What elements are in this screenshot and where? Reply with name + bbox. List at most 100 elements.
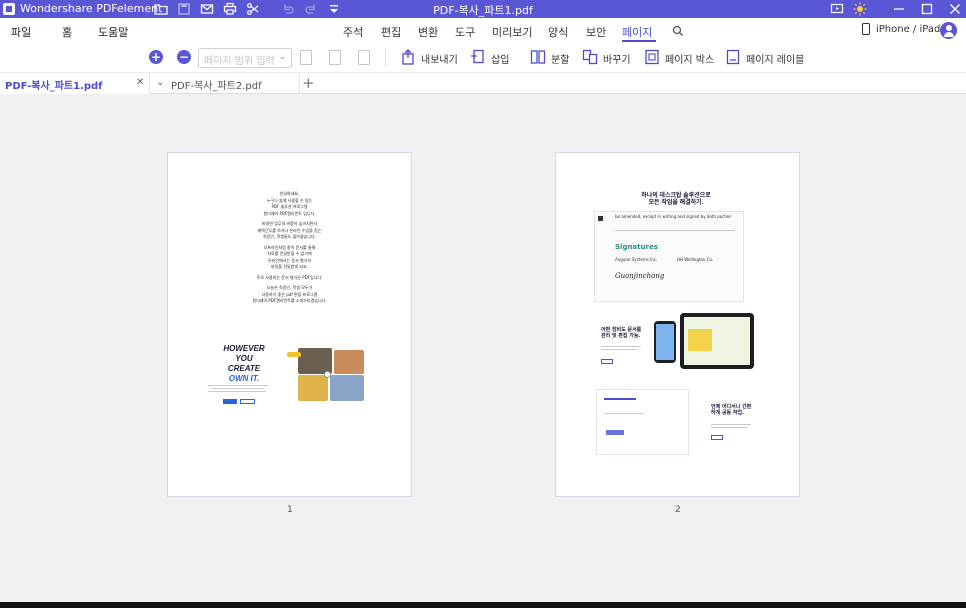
menu-home[interactable]: 홈 bbox=[62, 24, 72, 40]
headline-line-3: OWN IT. bbox=[228, 374, 260, 383]
page-2-feature-one: 어떤 장비도 문서를 관리 및 편집 가능. bbox=[601, 327, 641, 345]
page-1-intro-line: 사용하기 좋은 pdf 편집 프로그램 bbox=[261, 291, 318, 297]
delete-page-icon[interactable] bbox=[358, 50, 370, 65]
screen-icon[interactable] bbox=[830, 2, 844, 16]
page-box-icon bbox=[644, 49, 660, 65]
tab-document-2[interactable]: ⌄ PDF-복사_파트2.pdf bbox=[150, 73, 300, 94]
feature-one-line-2: 관리 및 편집 가능. bbox=[601, 333, 641, 339]
page-1-intro-line: 직장인, 학생들도 많아졌습니다. bbox=[263, 234, 316, 239]
tab-convert[interactable]: 변환 bbox=[418, 24, 438, 40]
document-canvas bbox=[0, 94, 966, 602]
page-range-placeholder: 페이지 범위 입력 bbox=[204, 56, 275, 67]
zoom-in-icon[interactable]: + bbox=[149, 50, 163, 64]
close-tab-icon[interactable]: ✕ bbox=[136, 77, 144, 88]
page-1-intro-line: 자료를 전달받을 수 없기에 bbox=[267, 251, 312, 256]
page-1-intro-line: PDF 솔루션 프로그램 bbox=[271, 204, 308, 209]
split-button[interactable]: 분할 bbox=[530, 48, 575, 68]
tab-document-2-label: PDF-복사_파트2.pdf bbox=[171, 81, 262, 92]
page-1-intro-line: 비대면 업무의 비중이 높아지면서 bbox=[261, 221, 318, 226]
copy-page-icon[interactable] bbox=[329, 50, 341, 65]
document-title: PDF-복사_파트1.pdf bbox=[433, 4, 533, 17]
bottom-edge bbox=[0, 602, 966, 608]
page-2-tablet-note bbox=[688, 329, 712, 351]
page-1-intro-line: 재택근무를 하거나 온라인 수업을 듣는 bbox=[257, 227, 322, 233]
page-toolbar: + − 페이지 범위 입력 ⌄ 내보내기 삽입 분할 바꾸기 페이지 박스 페이… bbox=[0, 44, 966, 72]
maximize-icon[interactable] bbox=[920, 2, 934, 16]
user-avatar[interactable] bbox=[940, 22, 957, 39]
page-2-collab-button bbox=[606, 430, 624, 435]
tab-comment[interactable]: 주석 bbox=[343, 24, 363, 40]
page-1-intro-line: 오프라인처럼 종이 문서를 통해 bbox=[263, 244, 316, 250]
document-tab-strip: PDF-복사_파트1.pdf ✕ ⌄ PDF-복사_파트2.pdf + bbox=[0, 72, 966, 94]
tab-page[interactable]: 페이지 bbox=[622, 24, 652, 40]
page-1-intro-line: 주로 사용하는 문서 형식은 PDF입니다. bbox=[256, 274, 323, 280]
page-2-party-b: HH Wellington Co. bbox=[677, 257, 714, 262]
active-tab-indicator bbox=[622, 40, 656, 42]
page-label-button[interactable]: 페이지 레이블 bbox=[725, 48, 807, 68]
page-2-clause-text: be amended, except in writing and signed… bbox=[615, 214, 732, 219]
tab-tools[interactable]: 도구 bbox=[455, 24, 475, 40]
page-thumbnail-1[interactable]: 안녕하세요. 누구나 쉽게 사용할 수 있는 PDF 솔루션 프로그램 원더쉐어 PD… bbox=[167, 152, 412, 497]
replace-label: 바꾸기 bbox=[603, 55, 631, 66]
page-box-label: 페이지 박스 bbox=[665, 55, 715, 66]
split-icon bbox=[530, 49, 546, 65]
toolbar-divider bbox=[385, 49, 386, 67]
add-tab-icon[interactable]: + bbox=[302, 74, 315, 92]
page-2-title-line-1: 하나의 데스크탑 솔루션으로 bbox=[641, 193, 711, 199]
headline-line-2: CREATE bbox=[227, 364, 261, 373]
page-2-link-button bbox=[601, 359, 613, 364]
extract-button[interactable]: 내보내기 bbox=[400, 48, 460, 68]
chevron-down-icon: ⌄ bbox=[278, 52, 286, 62]
page-2-signatures-title: Signatures bbox=[615, 243, 658, 251]
tab-chevron-icon: ⌄ bbox=[156, 77, 165, 88]
page-2-body-line bbox=[711, 427, 747, 428]
play-icon bbox=[324, 371, 331, 378]
page-2-phone-screen bbox=[656, 324, 674, 360]
iphone-ipad-link[interactable]: iPhone / iPad bbox=[876, 24, 940, 35]
page-1-photo-woman bbox=[334, 350, 364, 374]
rotate-page-icon[interactable] bbox=[300, 50, 312, 65]
page-1-intro-line: 원더쉐어 PDF엘리먼트를 소개드리겠습니다. bbox=[252, 298, 327, 303]
split-label: 분할 bbox=[551, 55, 570, 66]
page-1-secondary-button bbox=[240, 399, 255, 404]
page-label-label: 페이지 레이블 bbox=[746, 55, 805, 66]
page-range-select[interactable]: 페이지 범위 입력 ⌄ bbox=[198, 48, 292, 68]
page-thumbnail-2[interactable]: 하나의 데스크탑 솔루션으로 모든 작업을 해결하기. be amended, … bbox=[555, 152, 800, 497]
page-1-intro-line: 누구나 쉽게 사용할 수 있는 bbox=[266, 197, 313, 203]
tab-edit[interactable]: 편집 bbox=[381, 24, 401, 40]
insert-icon bbox=[470, 49, 486, 65]
tab-preview[interactable]: 미리보기 bbox=[492, 24, 532, 40]
page-2-title: 하나의 데스크탑 솔루션으로 모든 작업을 해결하기. bbox=[616, 193, 736, 207]
insert-button[interactable]: 삽입 bbox=[470, 48, 520, 68]
extract-label: 내보내기 bbox=[421, 55, 458, 66]
page-2-signature: Guanjinchong bbox=[615, 272, 665, 280]
page-2-body-line bbox=[601, 349, 637, 350]
page-box-button[interactable]: 페이지 박스 bbox=[644, 48, 716, 68]
tab-form[interactable]: 양식 bbox=[548, 24, 568, 40]
tab-document-1-label: PDF-복사_파트1.pdf bbox=[5, 81, 103, 92]
page-1-cta-button bbox=[223, 399, 237, 404]
minimize-icon[interactable] bbox=[892, 2, 906, 16]
search-icon[interactable] bbox=[671, 24, 685, 38]
page-1-body-line bbox=[212, 388, 264, 389]
page-2-bullet bbox=[598, 216, 603, 221]
page-2-feature-two: 언제 어디서나 간편 하게 공동 작업. bbox=[711, 404, 759, 422]
extract-icon bbox=[400, 49, 416, 65]
feature-two-line-2: 하게 공동 작업. bbox=[711, 410, 744, 416]
page-2-collab-line bbox=[604, 413, 644, 414]
page-1-intro-line: 원더쉐어 PDF엘리먼트 입니다. bbox=[263, 210, 316, 216]
close-window-icon[interactable] bbox=[948, 2, 962, 16]
tab-document-1[interactable]: PDF-복사_파트1.pdf ✕ bbox=[0, 73, 150, 94]
zoom-out-icon[interactable]: − bbox=[177, 50, 191, 64]
menu-help[interactable]: 도움말 bbox=[98, 24, 128, 40]
sun-theme-icon[interactable] bbox=[853, 2, 867, 16]
tab-security[interactable]: 보안 bbox=[586, 24, 606, 40]
menu-file[interactable]: 파일 bbox=[11, 24, 31, 40]
replace-button[interactable]: 바꾸기 bbox=[582, 48, 634, 68]
page-2-contract-card: be amended, except in writing and signed… bbox=[594, 211, 744, 302]
page-2-collab-line bbox=[604, 398, 636, 400]
page-2-title-line-2: 모든 작업을 해결하기. bbox=[648, 200, 704, 206]
page-1-intro-line: 파일을 전달받게 되죠. bbox=[271, 264, 308, 269]
page-1-intro-line: 안녕하세요. bbox=[279, 191, 300, 196]
page-1-body-line bbox=[208, 391, 266, 392]
